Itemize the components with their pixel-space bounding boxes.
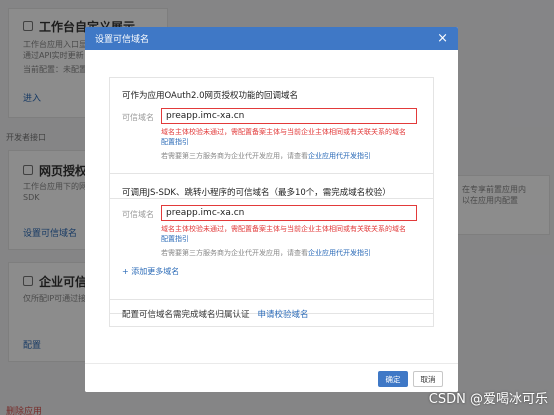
oauth-error-text: 域名主体校验未通过，需配置备案主体与当前企业主体相同或有关联关系的域名 — [161, 128, 406, 136]
oauth-dev-guide-link[interactable]: 企业应用代开发指引 — [308, 152, 371, 160]
cancel-button[interactable]: 取消 — [413, 371, 443, 387]
add-more-domains-button[interactable]: + 添加更多域名 — [122, 266, 179, 277]
jssdk-note: 若需要第三方服务商为企业代开发应用，请查看企业应用代开发指引 — [161, 248, 371, 258]
dialog-header: 设置可信域名 × — [85, 27, 458, 50]
jssdk-panel-title: 可调用JS-SDK、跳转小程序的可信域名（最多10个，需完成域名校验） — [122, 188, 391, 198]
dialog-title: 设置可信域名 — [95, 35, 150, 45]
oauth-field-label: 可信域名 — [122, 113, 154, 122]
csdn-watermark: CSDN @爱喝冰可乐 — [428, 392, 548, 407]
domain-verify-row: 配置可信域名需完成域名归属认证 申请校验域名 — [122, 308, 309, 320]
oauth-note: 若需要第三方服务商为企业代开发应用，请查看企业应用代开发指引 — [161, 151, 371, 161]
jssdk-note-text: 若需要第三方服务商为企业代开发应用，请查看 — [161, 249, 308, 257]
apply-verify-domain-link[interactable]: 申请校验域名 — [258, 310, 309, 320]
oauth-guide-link[interactable]: 配置指引 — [161, 137, 189, 147]
domain-verify-text: 配置可信域名需完成域名归属认证 — [122, 310, 250, 320]
jssdk-domain-panel: 可调用JS-SDK、跳转小程序的可信域名（最多10个，需完成域名校验） 可信域名… — [109, 173, 434, 314]
oauth-panel-title: 可作为应用OAuth2.0网页授权功能的回调域名 — [122, 91, 298, 101]
jssdk-guide-link[interactable]: 配置指引 — [161, 234, 189, 244]
dialog-footer: 确定 取消 — [85, 363, 458, 392]
oauth-domain-input[interactable] — [161, 108, 417, 124]
jssdk-domain-input[interactable] — [161, 205, 417, 221]
domain-verify-panel: 配置可信域名需完成域名归属认证 申请校验域名 — [109, 299, 434, 327]
trusted-domain-dialog: 设置可信域名 × 可作为应用OAuth2.0网页授权功能的回调域名 可信域名 域… — [85, 27, 458, 392]
close-icon[interactable]: × — [437, 32, 448, 45]
jssdk-dev-guide-link[interactable]: 企业应用代开发指引 — [308, 249, 371, 257]
jssdk-field-label: 可信域名 — [122, 210, 154, 219]
oauth-note-text: 若需要第三方服务商为企业代开发应用，请查看 — [161, 152, 308, 160]
jssdk-error-text: 域名主体校验未通过，需配置备案主体与当前企业主体相同或有关联关系的域名 — [161, 225, 406, 233]
confirm-button[interactable]: 确定 — [378, 371, 408, 387]
